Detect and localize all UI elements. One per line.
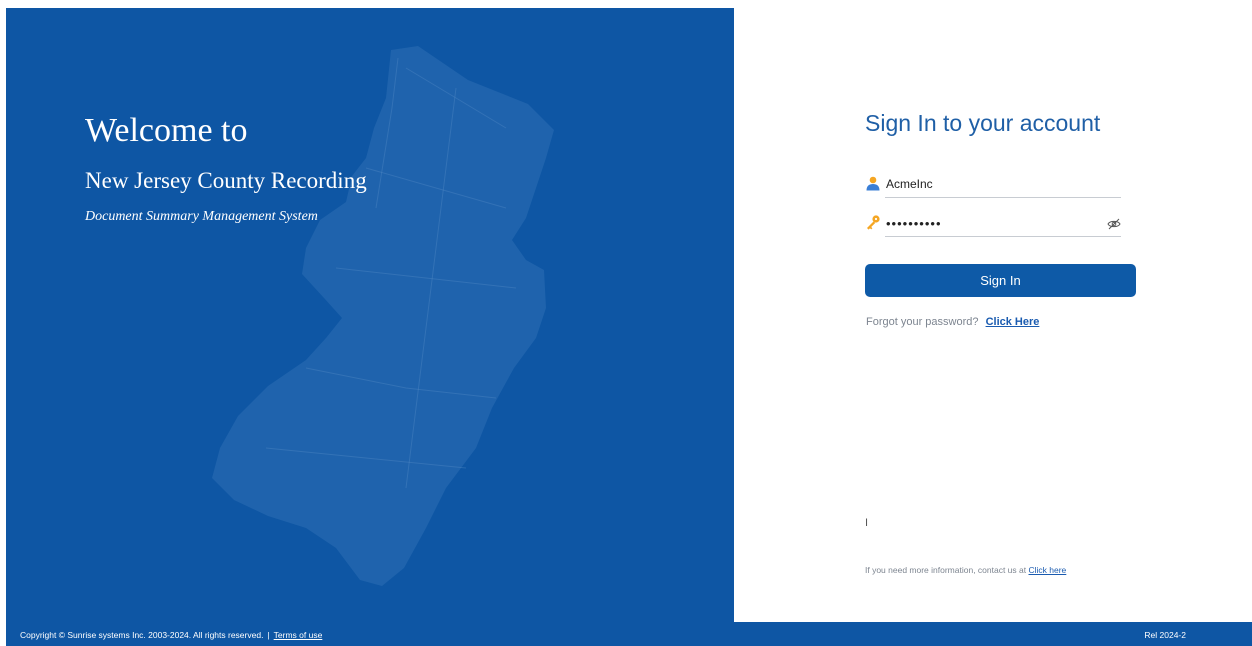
username-input[interactable] xyxy=(886,174,1092,194)
password-field xyxy=(865,211,1121,237)
footer-left: Copyright © Sunrise systems Inc. 2003-20… xyxy=(20,630,322,640)
county-heading: New Jersey County Recording xyxy=(85,168,367,193)
release-version: Rel 2024-2 xyxy=(1144,630,1186,640)
footer-bar: Copyright © Sunrise systems Inc. 2003-20… xyxy=(6,622,1252,646)
contact-row: If you need more information, contact us… xyxy=(865,565,1066,575)
text-cursor-icon: I xyxy=(865,517,869,529)
username-field xyxy=(865,172,1121,198)
forgot-password-text: Forgot your password? xyxy=(866,316,979,328)
eye-slash-icon[interactable] xyxy=(1107,217,1121,231)
username-underline xyxy=(885,197,1121,198)
welcome-panel: Welcome to New Jersey County Recording D… xyxy=(6,8,734,622)
password-input[interactable] xyxy=(886,213,1092,233)
signin-button[interactable]: Sign In xyxy=(865,264,1136,297)
terms-link[interactable]: Terms of use xyxy=(274,630,323,640)
user-avatar-icon xyxy=(866,176,880,191)
system-subtitle: Document Summary Management System xyxy=(85,209,318,224)
signin-title: Sign In to your account xyxy=(865,110,1101,136)
footer-separator: | xyxy=(267,630,270,640)
login-page: Welcome to New Jersey County Recording D… xyxy=(0,0,1252,646)
copyright-text: Copyright © Sunrise systems Inc. 2003-20… xyxy=(20,630,264,640)
new-jersey-map xyxy=(212,46,554,586)
welcome-heading: Welcome to xyxy=(85,112,248,149)
contact-text: If you need more information, contact us… xyxy=(865,565,1027,575)
contact-link[interactable]: Click here xyxy=(1029,565,1067,575)
password-underline xyxy=(885,236,1121,237)
forgot-password-row: Forgot your password? Click Here xyxy=(866,316,1039,328)
key-icon xyxy=(867,215,880,230)
forgot-password-link[interactable]: Click Here xyxy=(986,316,1040,328)
